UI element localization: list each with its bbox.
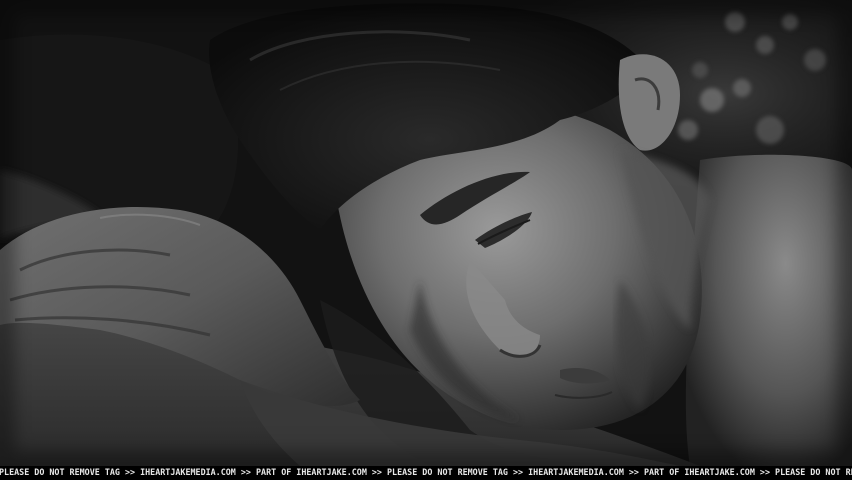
watermark-banner: PLEASE DO NOT REMOVE TAG >> IHEARTJAKEME… — [0, 466, 852, 480]
photo — [0, 0, 852, 466]
image-frame: PLEASE DO NOT REMOVE TAG >> IHEARTJAKEME… — [0, 0, 852, 480]
photo-illustration — [0, 0, 852, 466]
watermark-text: PLEASE DO NOT REMOVE TAG >> IHEARTJAKEME… — [0, 468, 852, 478]
